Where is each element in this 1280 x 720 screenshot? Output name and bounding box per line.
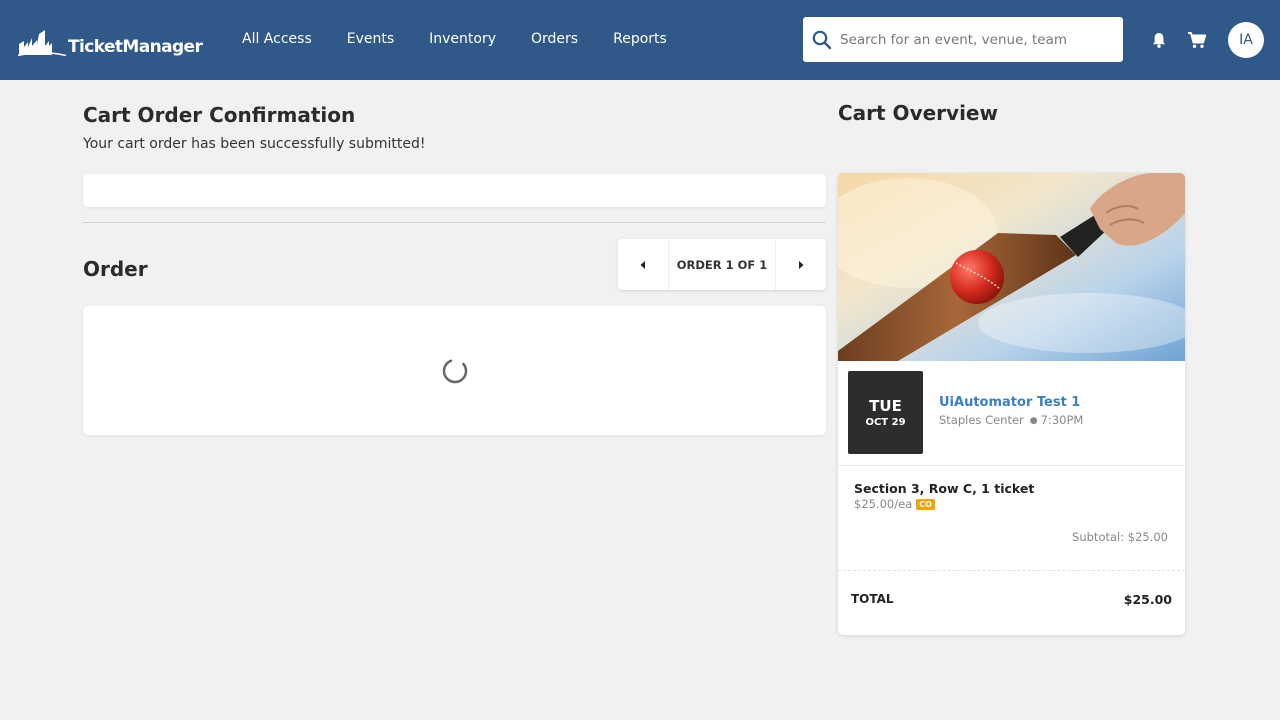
total-value: $25.00 [1123, 592, 1172, 607]
confirmation-panel [83, 174, 826, 207]
search-icon[interactable] [812, 30, 832, 50]
order-details-panel [83, 306, 826, 435]
event-venue: Staples Center [939, 413, 1024, 427]
separator-dot-icon: ● [1029, 416, 1038, 426]
main-nav: All Access Events Inventory Orders Repor… [242, 30, 702, 48]
order-section-title: Order [83, 257, 148, 281]
total-divider [838, 570, 1185, 571]
top-navigation-bar: TicketManager All Access Events Inventor… [0, 0, 1280, 80]
price-each: $25.00/ea [854, 497, 913, 511]
nav-inventory[interactable]: Inventory [429, 30, 496, 48]
total-label: TOTAL [851, 592, 894, 606]
skyline-logo-icon [18, 30, 66, 56]
co-badge: CO [916, 498, 935, 510]
ticketmanager-logo[interactable]: TicketManager [18, 24, 203, 57]
logo-text: TicketManager [68, 37, 203, 57]
search-box [803, 17, 1123, 62]
cart-overview-card: TUE OCT 29 UiAutomator Test 1 Staples Ce… [838, 173, 1185, 635]
section-divider [83, 222, 826, 223]
event-day-of-week: TUE [869, 397, 902, 415]
event-image [838, 173, 1185, 361]
page-title: Cart Order Confirmation [83, 103, 356, 127]
search-input[interactable] [840, 31, 1110, 48]
nav-all-access[interactable]: All Access [242, 30, 312, 48]
cart-overview-title: Cart Overview [838, 101, 998, 125]
event-meta: Staples Center ● 7:30PM [939, 413, 1083, 427]
order-pager: ORDER 1 OF 1 [618, 239, 826, 290]
order-pager-label: ORDER 1 OF 1 [668, 239, 776, 290]
caret-right-icon [799, 260, 804, 269]
ticket-price: $25.00/ea CO [854, 497, 935, 511]
previous-order-button[interactable] [618, 239, 668, 290]
cart-icon[interactable] [1187, 31, 1207, 53]
event-date-box: TUE OCT 29 [848, 371, 923, 454]
confirmation-message: Your cart order has been successfully su… [83, 136, 426, 152]
event-name-link[interactable]: UiAutomator Test 1 [939, 395, 1080, 410]
event-month-day: OCT 29 [865, 417, 906, 428]
bell-icon[interactable] [1150, 31, 1168, 53]
card-divider [838, 465, 1185, 466]
nav-reports[interactable]: Reports [613, 30, 667, 48]
next-order-button[interactable] [776, 239, 826, 290]
event-time: 7:30PM [1040, 413, 1084, 427]
nav-events[interactable]: Events [347, 30, 394, 48]
ticket-description: Section 3, Row C, 1 ticket [854, 481, 1035, 496]
subtotal: Subtotal: $25.00 [1072, 530, 1168, 544]
user-avatar[interactable]: IA [1228, 22, 1264, 58]
caret-left-icon [640, 260, 645, 269]
nav-orders[interactable]: Orders [531, 30, 578, 48]
loading-spinner-icon [442, 358, 468, 384]
